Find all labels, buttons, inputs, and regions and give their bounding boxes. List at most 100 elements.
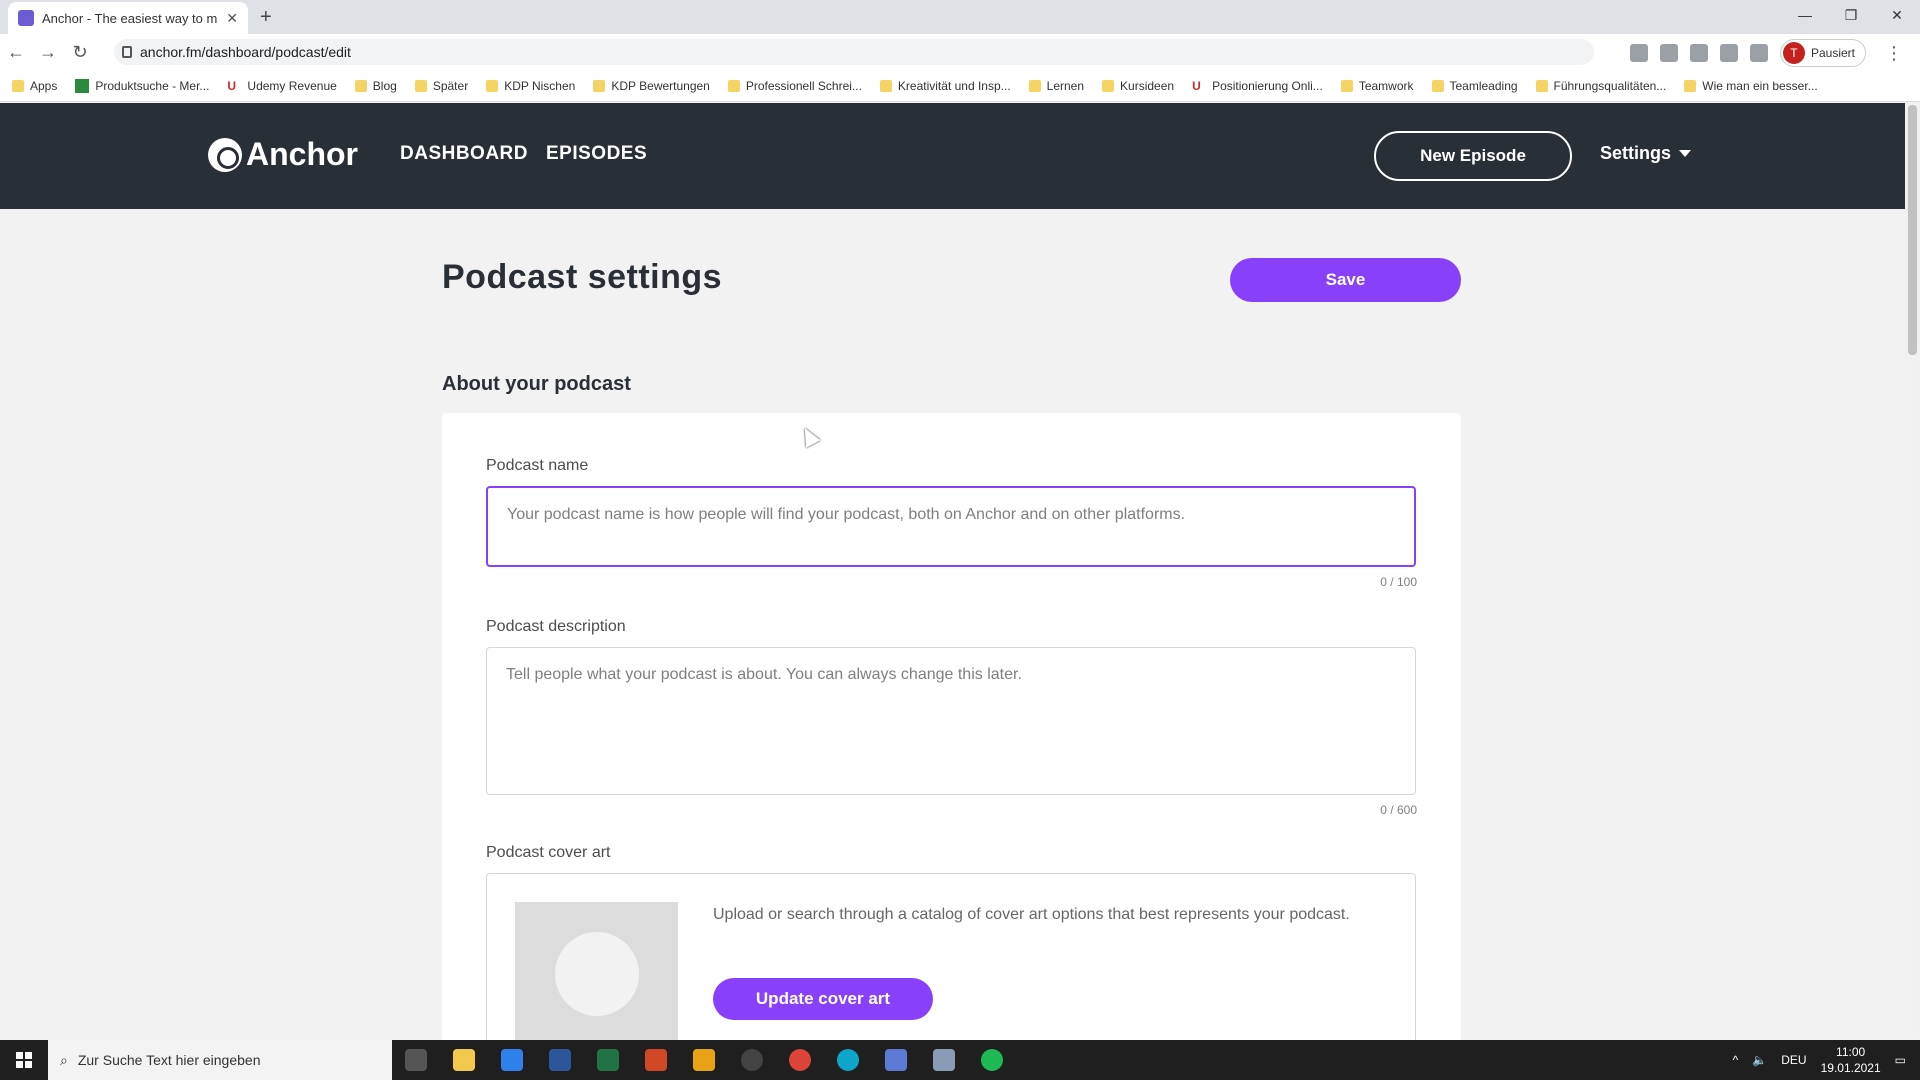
task-view-icon[interactable] [392, 1040, 440, 1080]
settings-label: Settings [1600, 143, 1672, 163]
podcast-name-input[interactable]: Your podcast name is how people will fin… [486, 486, 1416, 567]
search-icon: ⌕ [60, 1051, 68, 1068]
bookmark-item[interactable]: Blog [354, 79, 397, 93]
bookmark-item[interactable]: Lernen [1028, 79, 1084, 93]
url-text: anchor.fm/dashboard/podcast/edit [140, 44, 351, 60]
settings-dropdown[interactable]: Settings [1600, 143, 1692, 164]
start-button[interactable] [0, 1040, 48, 1080]
scrollbar-thumb[interactable] [1908, 105, 1917, 355]
bookmark-item[interactable]: Später [414, 79, 468, 93]
profile-button[interactable]: T Pausiert [1779, 39, 1866, 67]
app-icon[interactable] [872, 1040, 920, 1080]
excel-icon[interactable] [584, 1040, 632, 1080]
udemy-icon: U [1192, 78, 1201, 93]
back-icon[interactable]: ← [0, 42, 32, 63]
zoom-icon[interactable] [1659, 44, 1678, 62]
browser-tab-bar: Anchor - The easiest way to mak ✕ + — ❐ … [0, 0, 1920, 34]
bookmark-item[interactable]: U Positionierung Onli... [1192, 79, 1323, 93]
apps-grid-icon [12, 79, 24, 92]
clock[interactable]: 11:00 19.01.2021 [1821, 1044, 1881, 1076]
star-icon[interactable] [1689, 44, 1708, 62]
reload-icon[interactable]: ↻ [64, 42, 96, 63]
close-window-icon[interactable]: ✕ [1874, 0, 1920, 34]
taskbar-search-placeholder: Zur Suche Text hier eingeben [77, 1052, 261, 1068]
new-episode-button[interactable]: New Episode [1374, 131, 1572, 181]
folder-icon [1102, 79, 1115, 92]
extension-area: T Pausiert ⋮ [1629, 39, 1910, 67]
clock-date: 19.01.2021 [1820, 1061, 1881, 1075]
folder-icon [1535, 79, 1548, 92]
bookmark-item[interactable]: Teamwork [1340, 79, 1414, 93]
chrome-icon[interactable] [776, 1040, 824, 1080]
nav-dashboard[interactable]: DASHBOARD [400, 143, 528, 165]
restore-icon[interactable]: ❐ [1828, 0, 1874, 34]
word-icon[interactable] [536, 1040, 584, 1080]
cover-art-description: Upload or search through a catalog of co… [713, 906, 1350, 923]
extension-icon[interactable] [1719, 44, 1738, 62]
page-scrollbar[interactable] [1905, 103, 1920, 1038]
section-title: About your podcast [442, 373, 631, 395]
edge-icon[interactable] [824, 1040, 872, 1080]
bookmark-item[interactable]: Professionell Schrei... [727, 79, 862, 93]
new-tab-icon[interactable]: + [260, 6, 272, 29]
podcast-description-input[interactable]: Tell people what your podcast is about. … [486, 647, 1416, 795]
bookmark-item[interactable]: Teamleading [1431, 79, 1518, 93]
bookmark-item[interactable]: Wie man ein besser... [1684, 79, 1818, 93]
udemy-icon: U [227, 78, 237, 93]
bookmark-favicon-icon [75, 78, 90, 93]
chevron-down-icon [1679, 150, 1692, 157]
nav-episodes[interactable]: EPISODES [546, 143, 647, 165]
bookmark-item[interactable]: Produktsuche - Mer... [75, 78, 209, 93]
close-tab-icon[interactable]: ✕ [226, 10, 238, 27]
bookmark-item[interactable]: KDP Bewertungen [593, 79, 710, 93]
bookmarks-bar: Apps Produktsuche - Mer... U Udemy Revenu… [0, 70, 1920, 102]
mail-icon[interactable] [488, 1040, 536, 1080]
bookmark-item[interactable]: Apps [12, 79, 57, 93]
folder-icon [1340, 79, 1353, 92]
minimize-icon[interactable]: — [1782, 0, 1828, 34]
menu-icon[interactable]: ⋮ [1878, 43, 1910, 64]
notification-icon[interactable]: ▭ [1895, 1053, 1906, 1067]
bookmark-item[interactable]: Kursideen [1102, 79, 1174, 93]
address-bar[interactable]: anchor.fm/dashboard/podcast/edit [114, 39, 1594, 65]
bookmark-item[interactable]: U Udemy Revenue [227, 79, 336, 93]
save-button[interactable]: Save [1230, 258, 1461, 302]
forward-icon[interactable]: → [32, 42, 64, 63]
cover-art-label: Podcast cover art [486, 844, 611, 861]
chevron-up-icon[interactable]: ^ [1733, 1053, 1739, 1067]
cover-art-placeholder [515, 902, 678, 1052]
lock-icon [122, 46, 132, 58]
spotify-icon[interactable] [968, 1040, 1016, 1080]
folder-icon [354, 79, 367, 92]
bookmark-item[interactable]: Kreativität und Insp... [879, 79, 1011, 93]
clock-time: 11:00 [1836, 1045, 1866, 1059]
browser-tab[interactable]: Anchor - The easiest way to mak ✕ [8, 2, 248, 34]
anchor-favicon-icon [18, 10, 34, 26]
folder-icon [1028, 79, 1041, 92]
app-icon[interactable] [920, 1040, 968, 1080]
file-explorer-icon[interactable] [440, 1040, 488, 1080]
language-indicator[interactable]: DEU [1781, 1053, 1806, 1067]
taskbar-search[interactable]: ⌕ Zur Suche Text hier eingeben [48, 1040, 392, 1080]
obs-icon[interactable] [728, 1040, 776, 1080]
browser-toolbar: ← → ↻ anchor.fm/dashboard/podcast/edit T… [0, 34, 1920, 70]
puzzle-icon[interactable] [1749, 44, 1768, 62]
app-icon[interactable] [680, 1040, 728, 1080]
anchor-placeholder-icon [555, 932, 639, 1016]
windows-taskbar: ⌕ Zur Suche Text hier eingeben ^ 🔈 DEU 1… [0, 1040, 1920, 1080]
profile-status: Pausiert [1810, 46, 1855, 60]
podcast-name-counter: 0 / 100 [1380, 575, 1417, 589]
window-controls: — ❐ ✕ [1782, 0, 1920, 34]
folder-icon [1684, 79, 1697, 92]
folder-icon [1431, 79, 1444, 92]
powerpoint-icon[interactable] [632, 1040, 680, 1080]
translate-icon[interactable] [1629, 44, 1648, 62]
update-cover-art-button[interactable]: Update cover art [713, 978, 933, 1020]
folder-icon [593, 79, 606, 92]
bookmark-item[interactable]: KDP Nischen [486, 79, 575, 93]
page-title: Podcast settings [442, 258, 723, 296]
volume-icon[interactable]: 🔈 [1752, 1053, 1767, 1067]
anchor-logo[interactable]: Anchor [208, 136, 358, 173]
bookmark-item[interactable]: Führungsqualitäten... [1535, 79, 1666, 93]
folder-icon [879, 79, 892, 92]
